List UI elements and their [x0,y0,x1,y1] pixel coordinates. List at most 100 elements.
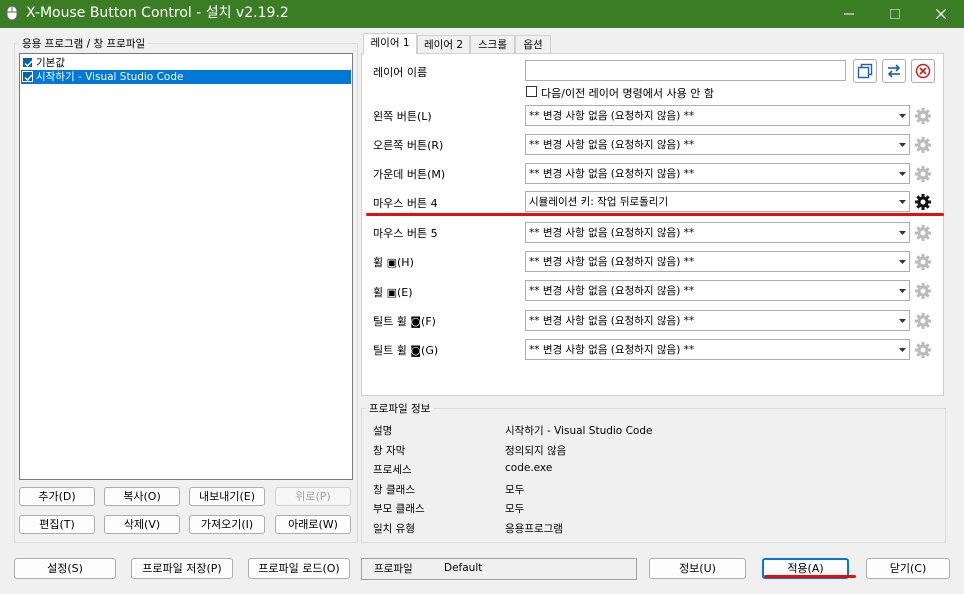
gear-icon[interactable] [913,223,933,243]
reset-layer-button[interactable] [911,59,935,83]
list-item[interactable]: 시작하기 - Visual Studio Code [21,70,351,84]
right-button-combo[interactable]: ** 변경 사항 없음 (요청하지 않음) ** [525,134,910,155]
info-value: 응용프로그램 [505,523,563,535]
row-label: 가운데 버튼(M) [373,168,446,181]
dropdown-arrow-icon [899,231,906,235]
combo-value: ** 변경 사항 없음 (요청하지 않음) ** [529,315,695,327]
load-profile-button[interactable]: 프로파일 로드(O) [248,558,350,579]
checkbox[interactable] [526,86,537,97]
window-title: X-Mouse Button Control - 설치 v2.19.2 [26,5,289,21]
mouse-button-4-combo[interactable]: 시뮬레이션 키: 작업 뒤로돌리기 [525,191,910,212]
layer-name-label: 레이어 이름 [373,66,428,79]
copy-icon [857,63,873,79]
tilt-right-combo[interactable]: ** 변경 사항 없음 (요청하지 않음) ** [525,339,910,360]
edit-button[interactable]: 편집(T) [19,515,95,534]
combo-value: ** 변경 사항 없음 (요청하지 않음) ** [529,139,695,151]
copy-button[interactable]: 복사(O) [104,487,180,506]
gear-icon[interactable] [913,135,933,155]
mouse-icon [6,5,18,21]
import-button[interactable]: 가져오기(I) [189,515,265,534]
apps-group-label: 응용 프로그램 / 창 프로파일 [19,36,149,51]
list-item-label: 기본값 [36,57,65,69]
dropdown-arrow-icon [899,114,906,118]
close-window-button[interactable] [918,0,964,28]
swap-layer-button[interactable] [882,59,906,83]
move-down-button[interactable]: 아래로(W) [275,515,351,534]
wheel-down-combo[interactable]: ** 변경 사항 없음 (요청하지 않음) ** [525,280,910,301]
gear-icon[interactable] [913,164,933,184]
info-label: 창 자막 [373,445,406,457]
middle-button-combo[interactable]: ** 변경 사항 없음 (요청하지 않음) ** [525,163,910,184]
tilt-left-combo[interactable]: ** 변경 사항 없음 (요청하지 않음) ** [525,310,910,331]
add-button[interactable]: 추가(D) [19,487,95,506]
check-icon [24,74,33,82]
title-bar[interactable]: X-Mouse Button Control - 설치 v2.19.2 [0,0,964,28]
copy-layer-button[interactable] [853,59,877,83]
tab-layer-1[interactable]: 레이어 1 [363,33,417,54]
dropdown-arrow-icon [899,143,906,147]
dropdown-arrow-icon [899,289,906,293]
tab-options[interactable]: 옵션 [515,35,551,53]
row-label: 틸트 휠 ◙(G) [373,344,439,357]
settings-button[interactable]: 설정(S) [14,558,116,579]
combo-value: ** 변경 사항 없음 (요청하지 않음) ** [529,256,695,268]
list-item-label: 시작하기 - Visual Studio Code [36,71,184,83]
combo-value: ** 변경 사항 없음 (요청하지 않음) ** [529,227,695,239]
checkbox[interactable] [22,57,33,68]
gear-icon[interactable] [913,192,933,212]
maximize-button[interactable] [872,0,918,28]
checkbox[interactable] [22,71,33,82]
row-label: 오른쪽 버튼(R) [373,139,444,152]
gear-icon[interactable] [913,281,933,301]
info-label: 부모 클래스 [373,503,425,515]
row-label: 틸트 휠 ◙(F) [373,315,436,328]
tab-scroll[interactable]: 스크롤 [470,35,515,53]
dropdown-arrow-icon [899,172,906,176]
info-value: 정의되지 않음 [505,445,567,457]
info-label: 설명 [373,425,393,437]
close-button[interactable]: 닫기(C) [866,558,950,579]
dropdown-arrow-icon [899,348,906,352]
export-button[interactable]: 내보내기(E) [189,487,265,506]
layer-name-input[interactable] [525,60,846,81]
gear-icon[interactable] [913,340,933,360]
info-value: 시작하기 - Visual Studio Code [505,425,653,437]
combo-value: 시뮬레이션 키: 작업 뒤로돌리기 [529,196,669,208]
profile-info-group [361,408,946,543]
check-icon [24,60,33,68]
profile-list[interactable]: 기본값 시작하기 - Visual Studio Code [19,53,353,480]
delete-button[interactable]: 삭제(V) [104,515,180,534]
move-up-button[interactable]: 위로(P) [275,487,351,506]
swap-arrows-icon [887,64,901,78]
dropdown-arrow-icon [899,200,906,204]
profile-status-value: Default [444,562,483,574]
profile-status-label: 프로파일 [374,563,413,575]
mouse-button-5-combo[interactable]: ** 변경 사항 없음 (요청하지 않음) ** [525,222,910,243]
combo-value: ** 변경 사항 없음 (요청하지 않음) ** [529,168,695,180]
minimize-button[interactable] [826,0,872,28]
tab-layer-2[interactable]: 레이어 2 [417,35,470,53]
gear-icon[interactable] [913,252,933,272]
about-button[interactable]: 정보(U) [649,558,746,579]
left-button-combo[interactable]: ** 변경 사항 없음 (요청하지 않음) ** [525,105,910,126]
info-value: code.exe [505,462,553,474]
apply-underline [764,575,856,578]
current-profile-box: 프로파일 Default [361,558,637,580]
info-label: 프로세스 [373,464,412,476]
gear-icon[interactable] [913,106,933,126]
row-label: 휠 ▣(E) [373,286,413,299]
info-label: 일치 유형 [373,523,415,535]
info-value: 모두 [505,503,525,515]
disable-nav-label: 다음/이전 레이어 명령에서 사용 안 함 [541,87,714,100]
combo-value: ** 변경 사항 없음 (요청하지 않음) ** [529,110,695,122]
info-value: 모두 [505,484,525,496]
gear-icon[interactable] [913,311,933,331]
maximize-icon [890,9,900,19]
wheel-up-combo[interactable]: ** 변경 사항 없음 (요청하지 않음) ** [525,251,910,272]
list-item[interactable]: 기본값 [21,56,351,70]
row-label: 마우스 버튼 5 [373,227,438,240]
save-profile-button[interactable]: 프로파일 저장(P) [131,558,233,579]
dropdown-arrow-icon [899,260,906,264]
clear-icon [915,63,931,79]
info-label: 창 클래스 [373,484,415,496]
